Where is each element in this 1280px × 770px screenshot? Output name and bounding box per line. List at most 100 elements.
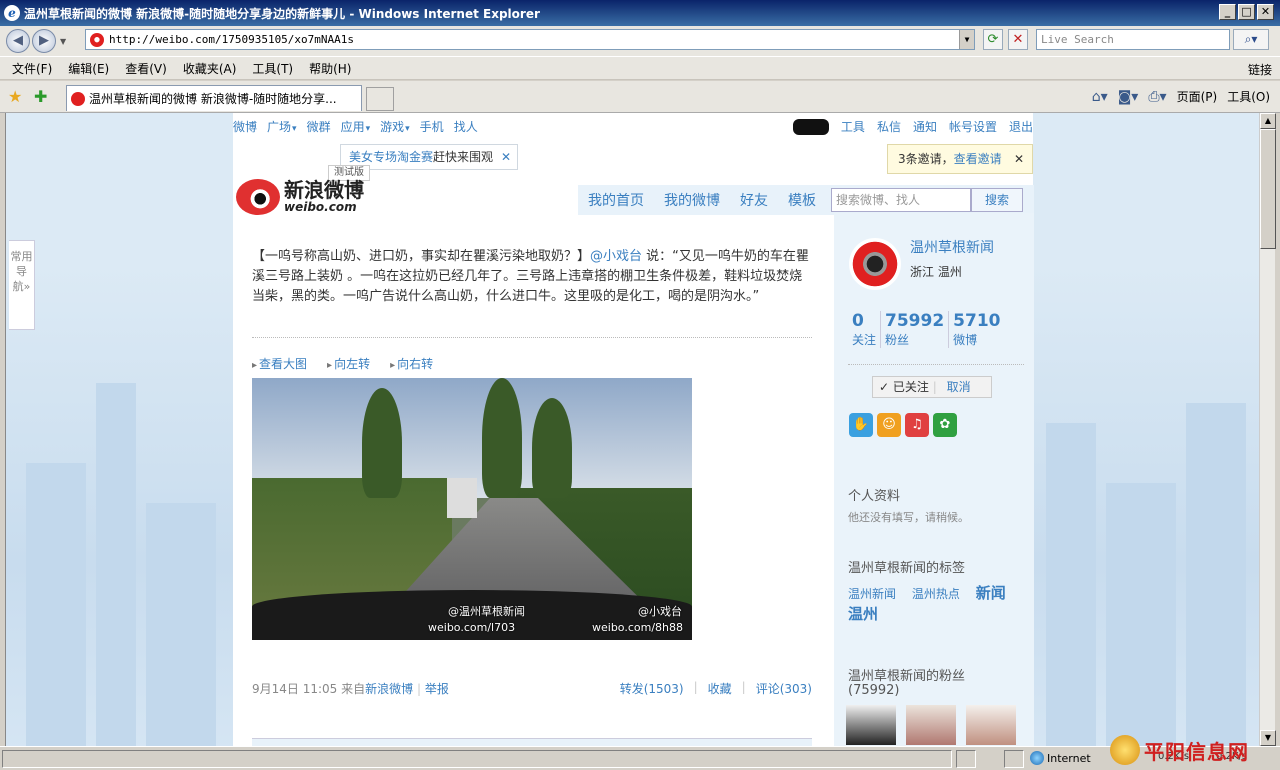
favorites-star-icon[interactable]: ★ xyxy=(8,87,22,106)
tag-item[interactable]: 温州新闻 xyxy=(848,587,896,601)
invite-text: 3条邀请， xyxy=(898,152,954,166)
address-url[interactable]: http://weibo.com/1750935105/xo7mNAA1s xyxy=(109,33,354,46)
maximize-button[interactable]: □ xyxy=(1238,4,1255,20)
nav-messages[interactable]: 私信 xyxy=(877,118,901,135)
nav-games[interactable]: 游戏 xyxy=(380,118,410,135)
photo-watermark-1-name: @温州草根新闻 xyxy=(448,605,525,618)
scroll-thumb[interactable] xyxy=(1260,129,1276,249)
unfollow-link[interactable]: 取消 xyxy=(947,380,971,394)
nav-square[interactable]: 广场 xyxy=(267,118,297,135)
back-button[interactable]: ◀ xyxy=(6,29,30,53)
add-favorite-icon[interactable]: ✚ xyxy=(34,87,47,106)
nav-find-people[interactable]: 找人 xyxy=(454,118,478,135)
links-menu[interactable]: 链接 xyxy=(1248,61,1272,78)
nav-weibo[interactable]: 微博 xyxy=(233,118,257,135)
tools-menu[interactable]: 工具(O) xyxy=(1227,88,1270,105)
invite-close-button[interactable]: ✕ xyxy=(1014,145,1024,173)
photo-watermark-2-url: weibo.com/8h88 xyxy=(592,621,684,634)
post-mention-link[interactable]: @小戏台 xyxy=(590,249,642,264)
new-tab-button[interactable] xyxy=(366,87,394,111)
app-icon-4[interactable]: ✿ xyxy=(933,413,957,437)
weibo-search-input[interactable]: 搜索微博、找人 xyxy=(831,188,971,212)
fans-count: (75992) xyxy=(848,683,900,698)
minimize-button[interactable]: _ xyxy=(1219,4,1236,20)
weibo-logo[interactable]: 新浪微博 weibo.com xyxy=(236,179,364,215)
tag-item[interactable]: 温州热点 xyxy=(912,587,960,601)
window-title-bar: e 温州草根新闻的微博 新浪微博-随时随地分享身边的新鲜事儿 - Windows… xyxy=(0,0,1280,26)
forward-link[interactable]: 转发(1503) xyxy=(620,680,684,697)
nav-templates[interactable]: 模板 xyxy=(778,190,826,210)
close-window-button[interactable]: ✕ xyxy=(1257,4,1274,20)
menu-view[interactable]: 查看(V) xyxy=(117,60,175,77)
fan-avatar[interactable] xyxy=(846,705,896,745)
nav-apps[interactable]: 应用 xyxy=(341,118,371,135)
weibo-search-button[interactable]: 搜索 xyxy=(971,188,1023,212)
search-go-button[interactable]: ⌕▾ xyxy=(1233,29,1269,50)
fan-avatar[interactable] xyxy=(966,705,1016,745)
nav-friends[interactable]: 好友 xyxy=(730,190,778,210)
app-icon-2[interactable]: ☺ xyxy=(877,413,901,437)
forward-button[interactable]: ▶ xyxy=(32,29,56,53)
tag-item[interactable]: 温州 xyxy=(848,605,878,623)
view-large-image-link[interactable]: 查看大图 xyxy=(252,355,307,372)
rotate-left-link[interactable]: 向左转 xyxy=(327,355,370,372)
stat-following[interactable]: 0 关注 xyxy=(848,311,882,348)
tag-item[interactable]: 新闻 xyxy=(976,584,1006,602)
avatar[interactable] xyxy=(849,238,901,290)
address-bar[interactable]: ● http://weibo.com/1750935105/xo7mNAA1s … xyxy=(85,29,975,50)
menu-file[interactable]: 文件(F) xyxy=(4,60,60,77)
stat-posts[interactable]: 5710 微博 xyxy=(949,311,1004,348)
post-text-part1: 【一呜号称高山奶、进口奶，事实却在瞿溪污染地取奶？】 xyxy=(252,249,591,264)
address-toolbar: ◀ ▶ ▼ ● http://weibo.com/1750935105/xo7m… xyxy=(0,26,1280,56)
app-icons: ✋ ☺ ♫ ✿ xyxy=(849,413,957,437)
nav-my-weibo[interactable]: 我的微博 xyxy=(654,190,730,210)
followed-label: ✓ 已关注 xyxy=(879,380,929,394)
vertical-scrollbar[interactable]: ▲ ▼ xyxy=(1259,113,1276,746)
post-text: 【一呜号称高山奶、进口奶，事实却在瞿溪污染地取奶？】@小戏台 说：“又见一呜牛奶… xyxy=(252,247,812,307)
nav-tools[interactable]: 工具 xyxy=(841,118,865,135)
stat-followers[interactable]: 75992 粉丝 xyxy=(881,311,950,348)
address-dropdown-icon[interactable]: ▼ xyxy=(959,30,974,49)
menu-favorites[interactable]: 收藏夹(A) xyxy=(175,60,245,77)
home-icon[interactable]: ⌂▾ xyxy=(1092,89,1108,105)
live-search-input[interactable]: Live Search xyxy=(1036,29,1230,50)
common-nav-tab[interactable]: 常用导航» xyxy=(9,240,35,330)
promo-close-button[interactable]: ✕ xyxy=(501,145,511,169)
view-invites-link[interactable]: 查看邀请 xyxy=(954,152,1002,166)
browser-tab[interactable]: 温州草根新闻的微博 新浪微博-随时随地分享... xyxy=(66,85,362,111)
favorite-link[interactable]: 收藏 xyxy=(708,680,732,697)
feeds-icon[interactable]: ◙▾ xyxy=(1118,89,1139,105)
promo-link[interactable]: 美女专场淘金赛 xyxy=(349,150,433,164)
stop-button[interactable]: ✕ xyxy=(1008,29,1028,50)
refresh-button[interactable]: ⟳ xyxy=(983,29,1003,50)
menu-help[interactable]: 帮助(H) xyxy=(301,60,359,77)
nav-groups[interactable]: 微群 xyxy=(307,118,331,135)
report-link[interactable]: 举报 xyxy=(425,682,449,696)
print-icon[interactable]: ⎙▾ xyxy=(1148,89,1166,105)
post-source-link[interactable]: 新浪微博 xyxy=(365,682,413,696)
top-nav: 微博 广场 微群 应用 游戏 手机 找人 工具 私信 通知 帐号设置 退出 xyxy=(233,118,1033,140)
menu-edit[interactable]: 编辑(E) xyxy=(60,60,117,77)
nav-mobile[interactable]: 手机 xyxy=(420,118,444,135)
ie-logo-icon: e xyxy=(4,5,20,21)
menu-tools[interactable]: 工具(T) xyxy=(244,60,301,77)
page-viewport: 微博 广场 微群 应用 游戏 手机 找人 工具 私信 通知 帐号设置 退出 美女… xyxy=(5,113,1259,746)
nav-account-settings[interactable]: 帐号设置 xyxy=(949,118,997,135)
post-photo[interactable]: @温州草根新闻 weibo.com/l703 @小戏台 weibo.com/8h… xyxy=(252,378,692,640)
zone-indicator: Internet xyxy=(1030,751,1091,765)
fan-avatar[interactable] xyxy=(906,705,956,745)
rotate-right-link[interactable]: 向右转 xyxy=(390,355,433,372)
page-menu[interactable]: 页面(P) xyxy=(1177,88,1218,105)
scroll-up-icon[interactable]: ▲ xyxy=(1260,113,1276,129)
nav-notifications[interactable]: 通知 xyxy=(913,118,937,135)
app-icon-3[interactable]: ♫ xyxy=(905,413,929,437)
tab-bar: ★ ✚ 温州草根新闻的微博 新浪微博-随时随地分享... ⌂▾ ◙▾ ⎙▾ 页面… xyxy=(0,81,1280,113)
nav-logout[interactable]: 退出 xyxy=(1009,118,1033,135)
sidebar-divider xyxy=(848,364,1024,365)
history-dropdown-icon[interactable]: ▼ xyxy=(60,37,66,46)
profile-name[interactable]: 温州草根新闻 xyxy=(910,237,994,257)
comment-link[interactable]: 评论(303) xyxy=(756,680,812,697)
nav-my-home[interactable]: 我的首页 xyxy=(578,190,654,210)
app-icon-1[interactable]: ✋ xyxy=(849,413,873,437)
site-watermark: 平阳信息网 xyxy=(1110,730,1280,770)
